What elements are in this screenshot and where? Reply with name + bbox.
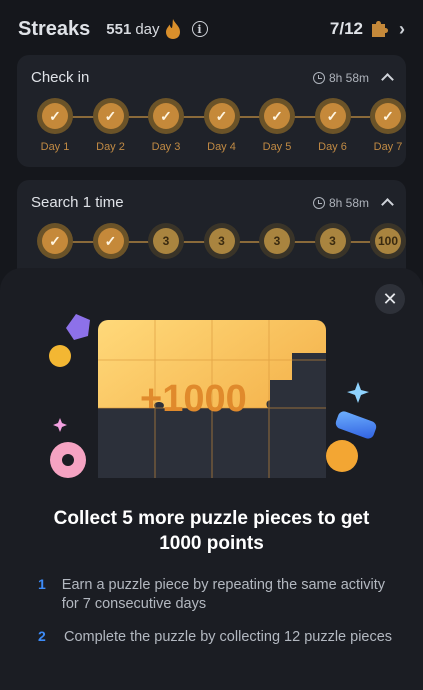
checkin-day: ✓ Day 5	[258, 98, 296, 153]
completed-medal: ✓	[314, 98, 351, 134]
checkin-card: Check in 8h 58m ✓ Day 1 ✓ Day 2 ✓ Day 3 ✓ Day 4…	[17, 55, 406, 167]
chevron-right-icon: ›	[399, 18, 405, 39]
step-item: 1 Earn a puzzle piece by repeating the sa…	[38, 576, 393, 614]
step-number: 1	[38, 576, 46, 592]
art-points-text: +1000	[140, 378, 247, 420]
search-day: 3	[314, 223, 352, 259]
completed-medal: ✓	[203, 98, 240, 134]
clock-icon	[312, 196, 325, 209]
completed-medal: ✓	[92, 98, 129, 134]
checkin-days-row: ✓ Day 1 ✓ Day 2 ✓ Day 3 ✓ Day 4 ✓ Day 5 ✓ Day 6 ✓ Day…	[17, 92, 406, 172]
bonus-value: 100	[375, 228, 401, 254]
day-label: Day 6	[318, 141, 347, 153]
check-icon: ✓	[208, 103, 235, 129]
medal-value: 3	[153, 228, 179, 254]
search-title: Search 1 time	[31, 194, 124, 211]
search-timer-text: 8h 58m	[328, 195, 369, 210]
day-label: Day 4	[207, 141, 236, 153]
page-title: Streaks	[18, 17, 91, 40]
completed-medal: ✓	[370, 98, 406, 134]
search-day: ✓	[92, 223, 130, 259]
step-item: 2 Complete the puzzle by collecting 12 pu…	[38, 628, 393, 647]
medal-value: 3	[208, 228, 235, 254]
completed-medal: ✓	[259, 98, 295, 134]
puzzle-piece-icon	[372, 21, 388, 37]
check-icon: ✓	[319, 103, 346, 129]
streak-counter: 551 day	[106, 18, 181, 40]
medal-value: 3	[264, 228, 290, 254]
search-day: 3	[258, 223, 296, 259]
puzzle-progress: 7/12	[329, 19, 363, 38]
checkin-day: ✓ Day 6	[314, 98, 352, 153]
checkin-day: ✓ Day 4	[203, 98, 241, 153]
puzzle-progress-link[interactable]: 7/12 ›	[330, 19, 405, 40]
checkin-day: ✓ Day 1	[36, 98, 74, 153]
pending-medal: 3	[259, 223, 295, 259]
check-icon: ✓	[264, 103, 290, 129]
streak-count: 551	[106, 20, 132, 38]
completed-medal: ✓	[37, 98, 73, 134]
day-label: Day 1	[40, 141, 70, 153]
check-icon: ✓	[153, 103, 179, 129]
checkin-day: ✓ Day 7	[369, 98, 407, 153]
checkin-timer-text: 8h 58m	[328, 70, 369, 85]
search-day: 3	[147, 223, 185, 259]
streaks-header: Streaks 551 day i 7/12 ›	[0, 0, 423, 58]
search-card: Search 1 time 8h 58m ✓ ✓ 3 3 3 3 100	[17, 180, 406, 280]
search-timer: 8h 58m	[312, 195, 369, 210]
step-text: Complete the puzzle by collecting 12 puz…	[64, 629, 393, 645]
puzzle-info-sheet: ✕ +1000 Collect 5 more puzzle pieces to …	[0, 268, 423, 690]
completed-medal: ✓	[92, 223, 129, 259]
completed-medal: ✓	[148, 98, 184, 134]
step-number: 2	[38, 628, 46, 644]
streak-unit: day	[135, 20, 160, 38]
completed-medal: ✓	[37, 223, 73, 259]
medal-value: 3	[319, 228, 346, 254]
modal-headline: Collect 5 more puzzle pieces to get 1000…	[53, 508, 370, 554]
day-label: Day 3	[151, 141, 181, 153]
checkin-day: ✓ Day 3	[147, 98, 185, 153]
search-day: ✓	[36, 223, 74, 259]
day-label: Day 2	[96, 141, 125, 153]
check-icon: ✓	[97, 228, 124, 254]
check-icon: ✓	[375, 103, 401, 129]
puzzle-illustration: +1000	[49, 314, 377, 478]
check-icon: ✓	[97, 103, 124, 129]
checkin-day: ✓ Day 2	[92, 98, 130, 153]
check-icon: ✓	[42, 103, 68, 129]
collapse-chevron-icon[interactable]	[381, 198, 394, 211]
checkin-timer: 8h 58m	[312, 70, 369, 85]
info-icon[interactable]: i	[191, 21, 208, 37]
bonus-medal: 100	[370, 223, 406, 259]
search-day: 3	[203, 223, 241, 259]
step-text: Earn a puzzle piece by repeating the sam…	[61, 577, 386, 612]
day-label: Day 5	[262, 141, 292, 153]
day-label: Day 7	[373, 141, 403, 153]
search-day: 100	[369, 223, 407, 259]
pending-medal: 3	[203, 223, 240, 259]
steps-list: 1 Earn a puzzle piece by repeating the sa…	[38, 576, 393, 661]
pending-medal: 3	[314, 223, 351, 259]
checkin-title: Check in	[31, 69, 90, 86]
collapse-chevron-icon[interactable]	[381, 73, 394, 86]
clock-icon	[312, 71, 325, 84]
flame-icon	[165, 19, 180, 39]
check-icon: ✓	[42, 228, 68, 254]
pending-medal: 3	[148, 223, 184, 259]
